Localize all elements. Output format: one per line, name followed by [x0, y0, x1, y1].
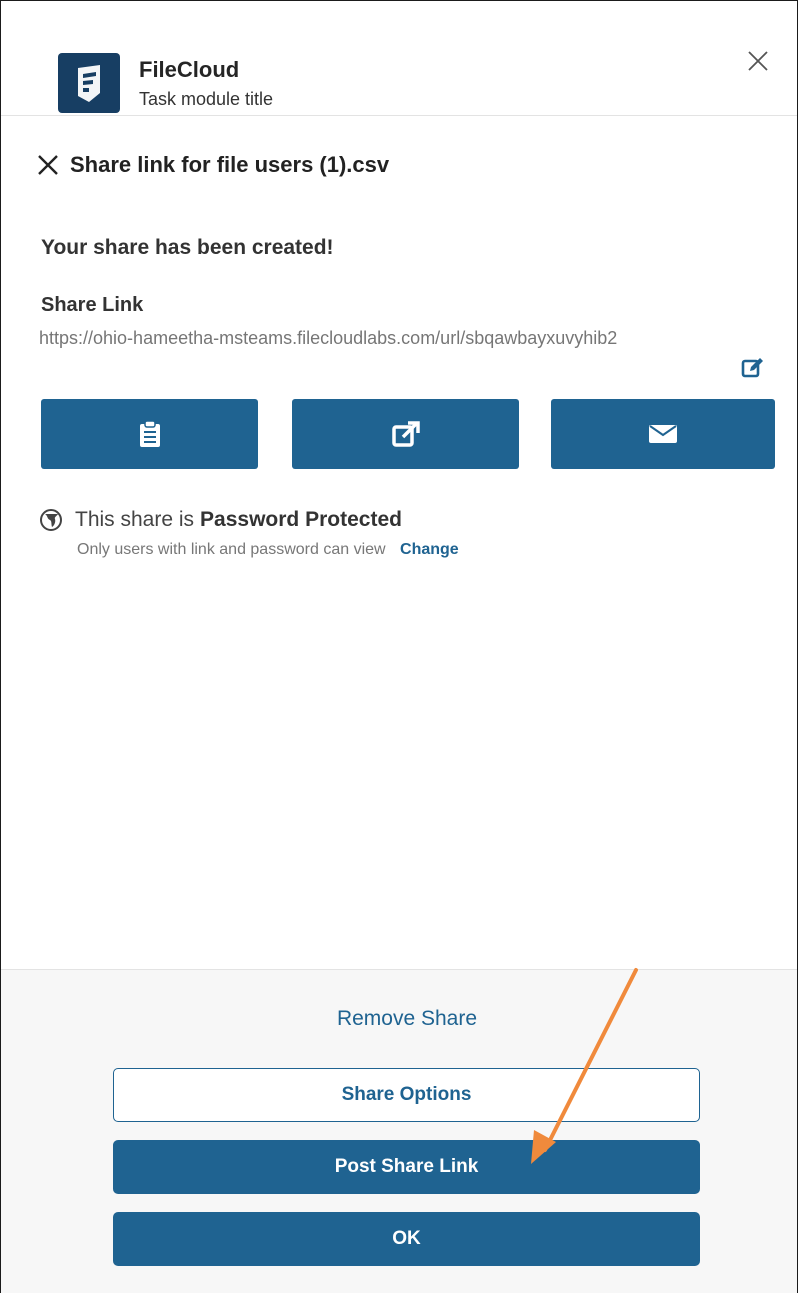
email-link-button[interactable]	[551, 399, 775, 469]
open-link-button[interactable]	[292, 399, 519, 469]
app-name: FileCloud	[139, 57, 240, 82]
back-close-share-title[interactable]: Share link for file users (1).csv	[36, 149, 389, 181]
open-link-icon	[391, 421, 420, 447]
share-options-button[interactable]: Share Options	[113, 1068, 700, 1122]
protection-note-row: Only users with link and password can vi…	[77, 541, 459, 559]
ok-button[interactable]: OK	[113, 1212, 700, 1266]
globe-icon	[40, 509, 62, 531]
filecloud-logo-icon	[58, 53, 120, 113]
envelope-icon	[649, 425, 677, 443]
protection-prefix: This share is	[75, 508, 195, 531]
dialog-title: Share link for file users (1).csv	[70, 152, 390, 177]
close-icon[interactable]	[36, 153, 60, 177]
edit-icon[interactable]	[741, 356, 765, 380]
copy-link-button[interactable]	[41, 399, 258, 469]
close-icon[interactable]	[745, 48, 771, 74]
password-protection-status: This share is Password Protected	[39, 508, 402, 532]
clipboard-icon	[139, 420, 160, 447]
remove-share-link[interactable]: Remove Share	[0, 1007, 798, 1031]
share-url[interactable]: https://ohio-hameetha-msteams.filecloudl…	[39, 324, 619, 353]
protection-note: Only users with link and password can vi…	[77, 541, 386, 558]
task-module-subtitle: Task module title	[139, 89, 274, 109]
protection-status: Password Protected	[200, 508, 402, 531]
share-link-label: Share Link	[41, 294, 144, 316]
post-share-link-button[interactable]: Post Share Link	[113, 1140, 700, 1194]
change-link[interactable]: Change	[400, 541, 459, 558]
share-created-message: Your share has been created!	[41, 236, 334, 259]
task-module-header: FileCloud Task module title	[1, 1, 797, 116]
